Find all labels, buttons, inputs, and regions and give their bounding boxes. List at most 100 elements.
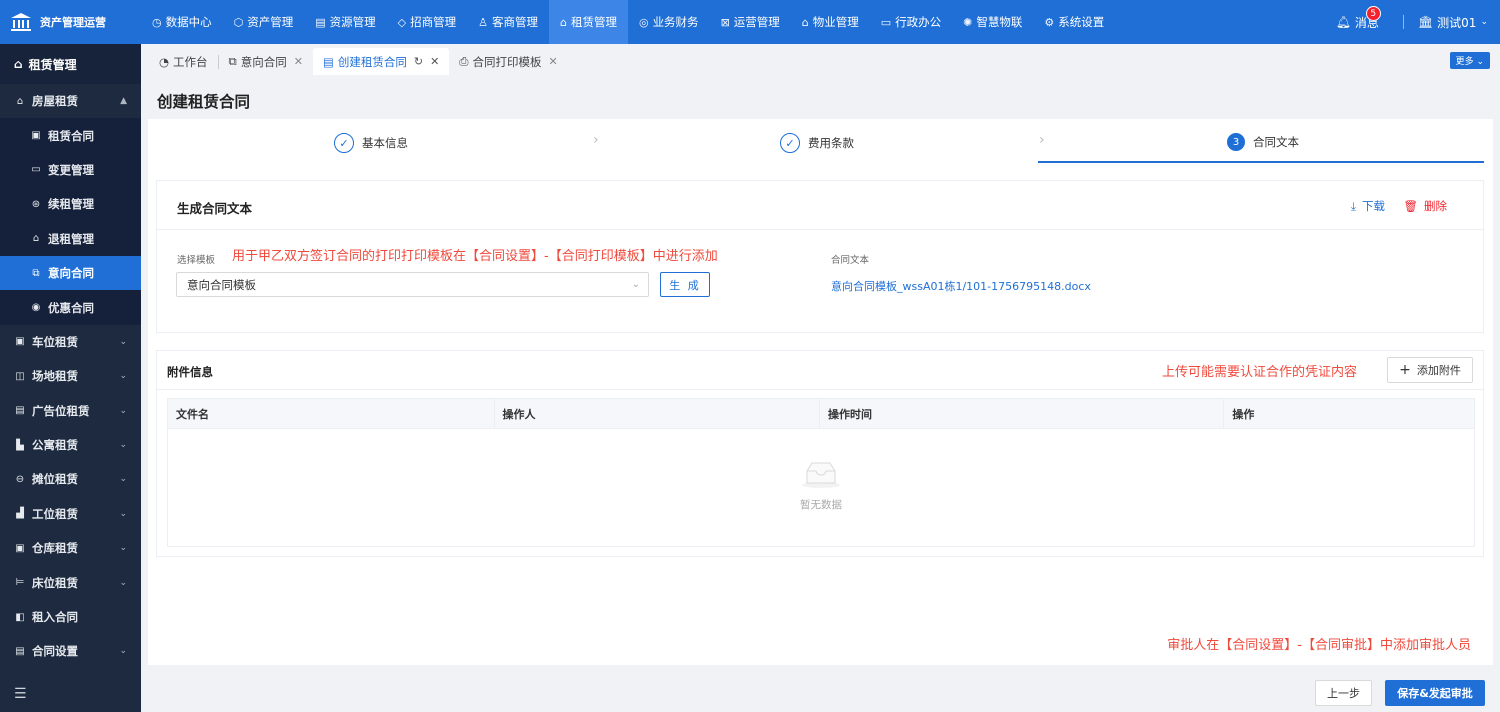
tab-intent-contract[interactable]: ⧉ 意向合同 ✕ bbox=[219, 48, 313, 75]
prev-step-button[interactable]: 上一步 bbox=[1315, 680, 1372, 706]
nav-office[interactable]: ▭ 行政办公 bbox=[870, 0, 952, 44]
step-fee-terms[interactable]: ✓ 费用条款 bbox=[780, 133, 854, 153]
chevron-down-icon: ⌄ bbox=[1476, 57, 1484, 67]
save-submit-approval-button[interactable]: 保存&发起审批 bbox=[1385, 680, 1485, 706]
sidebar-item-venue[interactable]: ◫ 场地租赁 ⌄ bbox=[0, 359, 141, 393]
messages-button[interactable]: 🔔︎ 消息 5 bbox=[1336, 5, 1381, 31]
clock-icon: ◷ bbox=[152, 15, 162, 29]
nav-operation[interactable]: ⊠ 运营管理 bbox=[710, 0, 791, 44]
sidebar-item-ad[interactable]: ▤ 广告位租赁 ⌄ bbox=[0, 394, 141, 428]
sidebar-item-label: 意向合同 bbox=[48, 266, 94, 281]
chevron-down-icon: ⌄ bbox=[119, 508, 127, 519]
nav-customer[interactable]: ♙ 客商管理 bbox=[467, 0, 549, 44]
nav-investment[interactable]: ◇ 招商管理 bbox=[387, 0, 467, 44]
house-icon: ⌂ bbox=[32, 233, 40, 245]
empty-text: 暂无数据 bbox=[800, 499, 842, 511]
check-icon: ✓ bbox=[334, 133, 354, 153]
chevron-up-icon: ▲ bbox=[120, 96, 127, 107]
add-attachment-button[interactable]: + 添加附件 bbox=[1387, 357, 1473, 383]
renew-icon: ⊛ bbox=[31, 198, 41, 210]
sidebar-item-terminate[interactable]: ⌂ 退租管理 bbox=[0, 221, 141, 256]
nav-data-center[interactable]: ◷ 数据中心 bbox=[141, 0, 223, 44]
nav-label: 运营管理 bbox=[733, 15, 780, 29]
gear-icon: ⚙ bbox=[1044, 15, 1055, 29]
step-number: 3 bbox=[1227, 133, 1245, 151]
house-icon: ⌂ bbox=[801, 15, 809, 29]
nav-lease[interactable]: ⌂ 租赁管理 bbox=[548, 0, 628, 44]
download-button[interactable]: ⤓ 下载 bbox=[1351, 198, 1385, 214]
sidebar-item-label: 退租管理 bbox=[48, 231, 94, 246]
plus-icon: + bbox=[1399, 362, 1411, 378]
chevron-down-icon: ⌄ bbox=[1480, 17, 1488, 27]
nav-property[interactable]: ⌂ 物业管理 bbox=[791, 0, 870, 44]
contract-text-label: 合同文本 bbox=[831, 255, 870, 266]
nav-label: 资产管理 bbox=[247, 15, 294, 29]
contract-file-link[interactable]: 意向合同模板_wssA01栋1/101-1756795148.docx bbox=[831, 278, 1091, 294]
sidebar-item-parking[interactable]: ▣ 车位租赁 ⌄ bbox=[0, 325, 141, 359]
chevron-down-icon: ⌄ bbox=[119, 440, 127, 451]
coin-icon: ◎ bbox=[638, 15, 649, 29]
sidebar-item-workstation[interactable]: ▟ 工位租赁 ⌄ bbox=[0, 497, 141, 531]
tab-workbench[interactable]: ◔ 工作台 bbox=[149, 48, 218, 75]
sidebar-item-label: 场地租赁 bbox=[32, 369, 78, 384]
sidebar-item-change[interactable]: ▭ 变更管理 bbox=[0, 152, 141, 188]
contract-in-icon: ◧ bbox=[15, 611, 25, 623]
trash-icon: 🗑︎ bbox=[1403, 199, 1418, 213]
user-menu[interactable]: 🏛︎ 测试01 ⌄ bbox=[1418, 14, 1488, 31]
document-icon: ▤ bbox=[322, 54, 334, 69]
warehouse-icon: ▣ bbox=[15, 542, 25, 554]
nav-iot[interactable]: ✺ 智慧物联 bbox=[952, 0, 1033, 44]
tab-contract-print-template[interactable]: ⎙ 合同打印模板 ✕ bbox=[449, 48, 567, 75]
tab-create-lease-contract[interactable]: ▤ 创建租赁合同 ↻ ✕ bbox=[312, 48, 450, 75]
app-logo[interactable]: 资产管理运营 bbox=[0, 0, 141, 44]
sidebar-item-renew[interactable]: ⊛ 续租管理 bbox=[0, 187, 141, 222]
step-basic-info[interactable]: ✓ 基本信息 bbox=[334, 133, 408, 153]
sidebar-item-lease-in[interactable]: ◧ 租入合同 bbox=[0, 600, 141, 634]
more-tabs-button[interactable]: 更多 ⌄ bbox=[1449, 52, 1490, 69]
nav-resource[interactable]: ▤ 资源管理 bbox=[304, 0, 386, 44]
close-icon[interactable]: ✕ bbox=[294, 55, 303, 68]
sidebar-item-contract-settings[interactable]: ▤ 合同设置 ⌄ bbox=[0, 634, 141, 668]
collapse-menu-icon[interactable]: ☰ bbox=[14, 686, 27, 702]
close-icon[interactable]: ✕ bbox=[549, 55, 558, 68]
column-header: 操作人 bbox=[495, 399, 820, 429]
venue-icon: ◫ bbox=[15, 370, 25, 382]
close-icon[interactable]: ✕ bbox=[430, 55, 439, 68]
nav-asset[interactable]: ⬡ 资产管理 bbox=[223, 0, 305, 44]
chevron-right-icon: › bbox=[593, 132, 599, 148]
stepper: ✓ 基本信息 › ✓ 费用条款 › 3 合同文本 bbox=[148, 119, 1493, 163]
nav-finance[interactable]: ◎ 业务财务 bbox=[628, 0, 710, 44]
sidebar-item-discount-contract[interactable]: ◉ 优惠合同 bbox=[0, 290, 141, 325]
nav-label: 租赁管理 bbox=[570, 15, 617, 29]
chevron-down-icon: ⌄ bbox=[119, 336, 127, 347]
template-select[interactable]: 意向合同模板 ⌄ bbox=[176, 272, 649, 297]
generate-button[interactable]: 生 成 bbox=[660, 272, 710, 297]
sidebar-item-label: 广告位租赁 bbox=[32, 403, 90, 418]
sidebar-item-lease-contract[interactable]: ▣ 租赁合同 bbox=[0, 118, 141, 153]
step-contract-text[interactable]: 3 合同文本 bbox=[1227, 133, 1299, 151]
sidebar-item-intent-contract[interactable]: ⧉ 意向合同 bbox=[0, 255, 141, 291]
edit-icon: ▭ bbox=[31, 164, 41, 176]
sidebar-item-warehouse[interactable]: ▣ 仓库租赁 ⌄ bbox=[0, 531, 141, 565]
sidebar-item-label: 床位租赁 bbox=[32, 575, 78, 590]
top-navbar: 资产管理运营 ◷ 数据中心 ⬡ 资产管理 ▤ 资源管理 ◇ 招商管理 ♙ 客商管理 ⌂ 租赁… bbox=[0, 0, 1500, 44]
sidebar-item-booth[interactable]: ⊖ 摊位租赁 ⌄ bbox=[0, 462, 141, 496]
bed-icon: ⊨ bbox=[15, 577, 25, 589]
delete-label: 删除 bbox=[1424, 199, 1447, 213]
refresh-icon[interactable]: ↻ bbox=[414, 55, 423, 68]
divider bbox=[157, 229, 1483, 230]
sidebar-item-apartment[interactable]: ▙ 公寓租赁 ⌄ bbox=[0, 428, 141, 462]
sidebar-item-bed[interactable]: ⊨ 床位租赁 ⌄ bbox=[0, 565, 141, 599]
nav-label: 客商管理 bbox=[491, 15, 538, 29]
tab-label: 工作台 bbox=[173, 54, 208, 69]
app-title: 资产管理运营 bbox=[40, 16, 106, 29]
nav-label: 资源管理 bbox=[329, 15, 376, 29]
ad-icon: ▤ bbox=[15, 405, 25, 417]
sidebar-item-label: 租入合同 bbox=[32, 610, 78, 625]
empty-inbox-icon bbox=[802, 462, 840, 488]
document-icon: ⧉ bbox=[32, 267, 40, 279]
generate-contract-card: 生成合同文本 ⤓ 下载 🗑︎ 删除 选择模板 用于甲乙双方签订合同的打印打印模板在【… bbox=[156, 180, 1484, 333]
delete-button[interactable]: 🗑︎ 删除 bbox=[1403, 198, 1447, 214]
sidebar-item-house-lease[interactable]: ⌂ 房屋租赁 ▲ bbox=[0, 84, 141, 118]
nav-settings[interactable]: ⚙ 系统设置 bbox=[1033, 0, 1115, 44]
